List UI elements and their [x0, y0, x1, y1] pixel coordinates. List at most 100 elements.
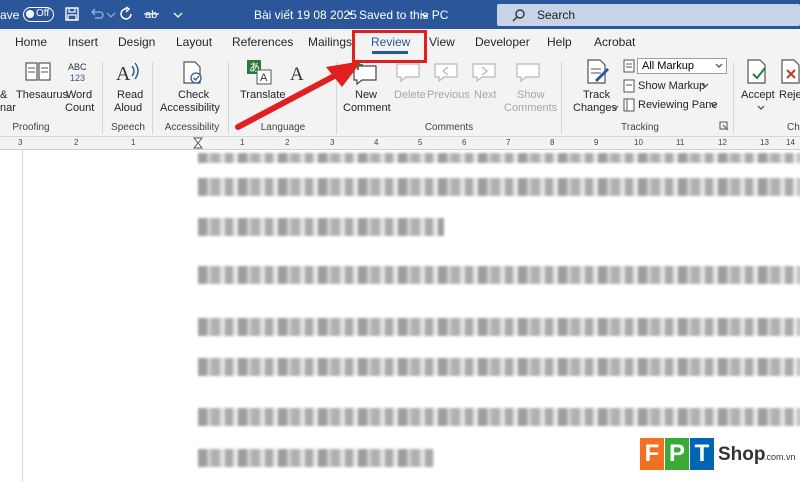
tab-help[interactable]: Help	[547, 35, 572, 49]
chevron-down-icon	[715, 63, 723, 68]
show-comments-button-line1[interactable]: Show	[517, 89, 545, 102]
ruler-number: 3	[18, 138, 23, 147]
markup-select-value: All Markup	[642, 60, 694, 72]
tracking-group-label: Tracking	[621, 122, 659, 133]
obscured-text-line	[198, 358, 800, 376]
comments-group-label: Comments	[424, 122, 474, 133]
tab-layout[interactable]: Layout	[176, 35, 212, 49]
next-comment-icon[interactable]	[470, 60, 498, 84]
obscured-text-line	[198, 318, 800, 336]
partial-button-line1[interactable]: &	[0, 89, 7, 102]
ruler-number: 5	[418, 138, 423, 147]
horizontal-ruler[interactable]: 3 2 1 1 2 3 4 5 6 7 8 9 10 11 12 13 14	[0, 137, 800, 150]
ruler-number: 9	[594, 138, 599, 147]
thesaurus-icon[interactable]	[24, 61, 52, 83]
autosave-toggle[interactable]: Off	[23, 7, 54, 22]
group-separator	[733, 62, 734, 134]
partial-button-line2[interactable]: nar	[0, 102, 16, 115]
check-accessibility-icon[interactable]	[178, 60, 206, 86]
undo-dropdown-icon[interactable]	[103, 6, 119, 22]
read-aloud-button-line2[interactable]: Aloud	[114, 102, 142, 115]
chevron-down-icon[interactable]	[609, 100, 621, 114]
customize-qat-icon[interactable]	[170, 6, 186, 22]
save-status-dropdown-icon[interactable]	[420, 7, 430, 23]
accept-change-icon[interactable]	[743, 58, 771, 86]
svg-text:123: 123	[70, 73, 85, 83]
accessibility-group-label: Accessibility	[164, 122, 220, 133]
toggle-knob	[26, 10, 34, 18]
search-box[interactable]: Search	[497, 4, 800, 26]
ruler-number: 8	[550, 138, 555, 147]
reviewing-pane-button[interactable]: Reviewing Pane	[638, 99, 718, 112]
chevron-down-icon[interactable]	[709, 97, 719, 111]
title-bullet: •	[348, 9, 352, 20]
changes-group-label: Cha	[787, 122, 800, 133]
ruler-number: 1	[240, 138, 245, 147]
obscured-text-line	[198, 266, 800, 284]
reject-button[interactable]: Rejec	[779, 89, 800, 102]
show-comments-button-line2[interactable]: Comments	[504, 102, 557, 115]
track-changes-icon[interactable]	[583, 58, 611, 86]
previous-comment-button[interactable]: Previous	[427, 89, 470, 102]
ruler-number: 13	[760, 138, 769, 147]
reject-change-icon[interactable]	[779, 58, 800, 86]
group-separator	[152, 62, 153, 134]
tab-view[interactable]: View	[429, 35, 455, 49]
obscured-text-line	[198, 408, 800, 426]
ruler-number: 7	[506, 138, 511, 147]
check-accessibility-line1[interactable]: Check	[178, 89, 209, 102]
previous-comment-icon[interactable]	[432, 60, 460, 84]
read-aloud-button-line1[interactable]: Read	[117, 89, 143, 102]
chevron-down-icon[interactable]	[700, 78, 710, 92]
track-changes-button-line1[interactable]: Track	[583, 89, 610, 102]
ruler-number: 11	[676, 138, 685, 147]
markup-select[interactable]: All Markup	[637, 58, 727, 74]
tab-acrobat[interactable]: Acrobat	[594, 35, 635, 49]
watermark-shop: Shop	[718, 444, 766, 465]
strikethrough-icon[interactable]: ab	[144, 6, 160, 22]
tab-developer[interactable]: Developer	[475, 35, 530, 49]
word-count-button-line2[interactable]: Count	[65, 102, 94, 115]
indent-marker-icon[interactable]	[193, 137, 203, 149]
check-accessibility-line2[interactable]: Accessibility	[160, 102, 220, 115]
pointer-arrow-icon	[235, 61, 362, 130]
tab-home[interactable]: Home	[15, 35, 47, 49]
save-icon[interactable]	[64, 6, 80, 22]
tab-insert[interactable]: Insert	[68, 35, 98, 49]
obscured-text-line	[198, 178, 800, 196]
ruler-number: 12	[718, 138, 727, 147]
show-markup-icon	[623, 79, 635, 93]
word-count-button-line1[interactable]: Word	[66, 89, 92, 102]
tab-design[interactable]: Design	[118, 35, 155, 49]
svg-text:ab: ab	[145, 9, 157, 21]
obscured-text-line	[198, 449, 434, 467]
ruler-number: 2	[285, 138, 290, 147]
document-canvas[interactable]	[0, 150, 800, 482]
read-aloud-icon[interactable]: A	[114, 60, 142, 86]
logo-block-blue: T	[690, 438, 714, 470]
word-count-icon[interactable]: ABC123	[66, 61, 94, 83]
save-status[interactable]: Saved to this PC	[359, 8, 448, 22]
ruler-number: 14	[786, 138, 795, 147]
ruler-number: 10	[634, 138, 643, 147]
next-comment-button[interactable]: Next	[474, 89, 497, 102]
show-markup-button[interactable]: Show Markup	[638, 80, 705, 93]
redo-icon[interactable]	[119, 6, 135, 22]
search-icon	[512, 9, 525, 22]
group-separator	[561, 62, 562, 134]
show-comments-icon[interactable]	[514, 60, 542, 84]
ruler-number: 3	[330, 138, 335, 147]
display-for-review-icon	[623, 59, 635, 73]
thesaurus-button[interactable]: Thesaurus	[16, 89, 68, 102]
delete-comment-icon[interactable]	[394, 60, 422, 84]
proofing-group-label: Proofing	[12, 122, 50, 133]
autosave-state: Off	[36, 8, 50, 19]
delete-comment-button[interactable]: Delete	[394, 89, 426, 102]
svg-text:A: A	[116, 63, 131, 85]
tab-mailings[interactable]: Mailings	[308, 35, 352, 49]
dialog-launcher-icon[interactable]	[719, 121, 729, 131]
tab-references[interactable]: References	[232, 35, 293, 49]
chevron-down-icon[interactable]	[755, 100, 767, 114]
watermark-domain: .com.vn	[764, 452, 796, 462]
autosave-label: ave	[0, 8, 20, 22]
